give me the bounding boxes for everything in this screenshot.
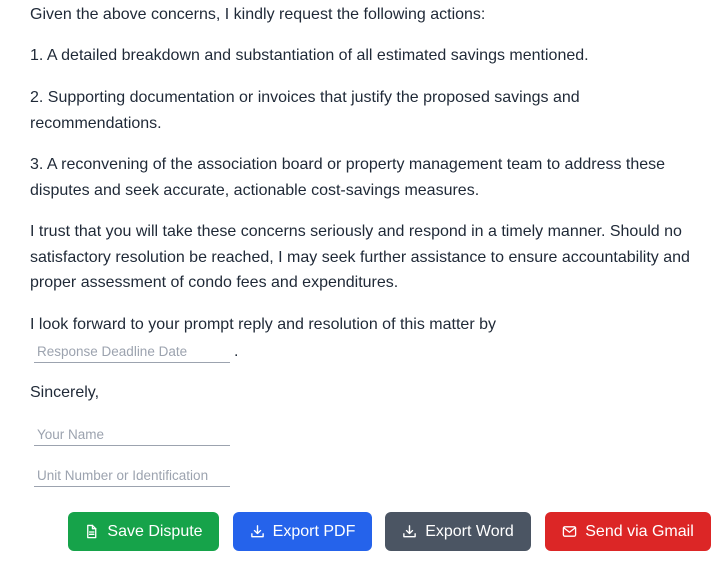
- request-item-3: 3. A reconvening of the association boar…: [30, 156, 666, 199]
- export-word-button[interactable]: Export Word: [385, 512, 531, 551]
- your-name-input[interactable]: [34, 424, 230, 446]
- export-pdf-label: Export PDF: [272, 522, 356, 540]
- send-via-gmail-button[interactable]: Send via Gmail: [545, 512, 711, 551]
- save-dispute-button[interactable]: Save Dispute: [68, 512, 219, 551]
- request-item-2: 2. Supporting documentation or invoices …: [30, 89, 580, 132]
- download-icon: [250, 524, 265, 539]
- trust-paragraph: I trust that you will take these concern…: [30, 223, 690, 292]
- closing-salutation: Sincerely,: [30, 384, 100, 401]
- send-via-gmail-label: Send via Gmail: [585, 522, 694, 540]
- download-icon: [402, 524, 417, 539]
- deadline-period: .: [234, 343, 239, 360]
- request-item-1: 1. A detailed breakdown and substantiati…: [30, 47, 589, 64]
- response-deadline-input[interactable]: [34, 341, 230, 363]
- mail-icon: [562, 524, 577, 539]
- unit-number-input[interactable]: [34, 465, 230, 487]
- deadline-sentence: I look forward to your prompt reply and …: [30, 316, 496, 333]
- save-dispute-label: Save Dispute: [107, 522, 203, 540]
- document-icon: [84, 524, 99, 539]
- export-word-label: Export Word: [425, 522, 514, 540]
- export-pdf-button[interactable]: Export PDF: [233, 512, 372, 551]
- request-intro: Given the above concerns, I kindly reque…: [30, 6, 486, 23]
